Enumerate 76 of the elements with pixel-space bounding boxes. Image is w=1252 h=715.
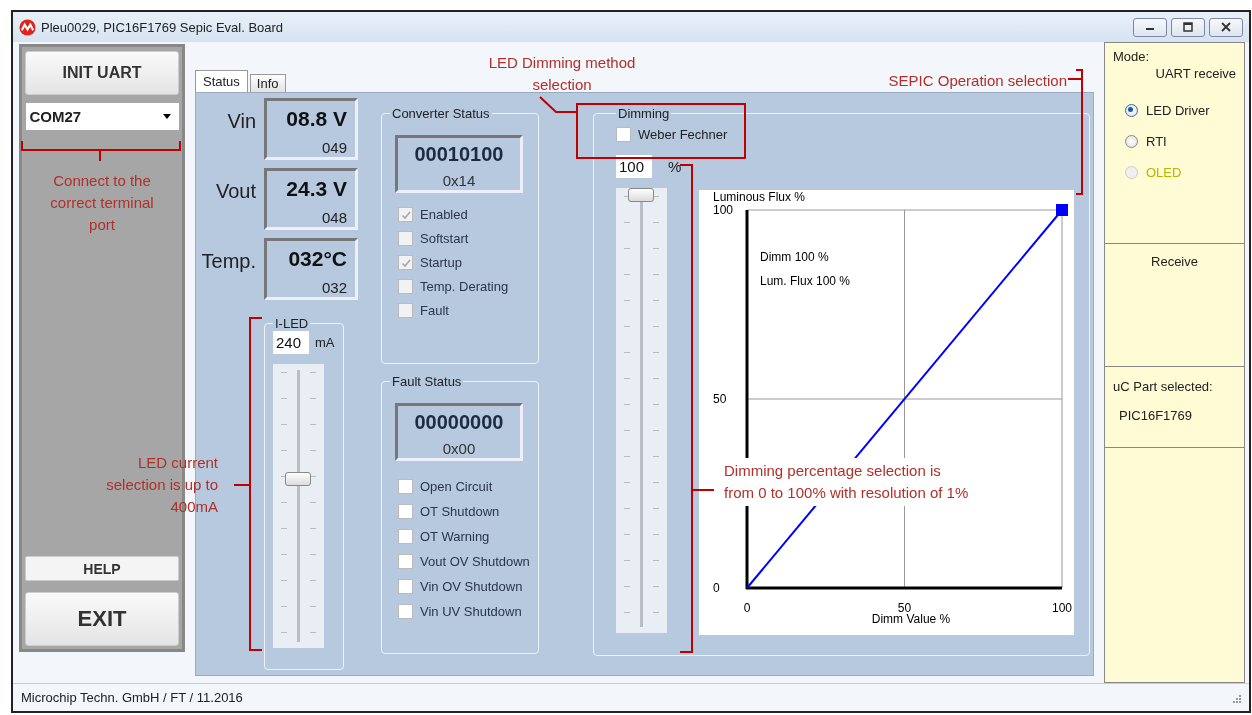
checkbox[interactable]: Vout OV Shutdown [398, 554, 530, 569]
part-label: uC Part selected: [1113, 379, 1214, 394]
checkbox[interactable]: Vin UV Shutdown [398, 604, 522, 619]
tick-label: 100 [1052, 601, 1072, 615]
axis-title: Dimm Value % [871, 612, 951, 626]
tick-label: 0 [713, 581, 720, 595]
readout-label: Vin [226, 110, 256, 133]
checkbox[interactable]: Softstart [398, 231, 469, 246]
hex-value: 0x14 [442, 172, 476, 189]
group-title: I-LED [274, 316, 310, 331]
binary-value: 00010100 [414, 143, 504, 166]
checkbox[interactable]: Open Circuit [398, 479, 493, 494]
tick-label: 50 [713, 392, 727, 406]
part-value: PIC16F1769 [1118, 408, 1193, 423]
window-title: Pleu0029, PIC16F1769 Sepic Eval. Board [41, 19, 284, 35]
readout-value: 24.3 V [286, 177, 347, 201]
readout-label: Vout [214, 180, 256, 203]
readout-value: 08.8 V [286, 107, 347, 131]
binary-value: 00000000 [414, 411, 504, 434]
tick-label: 0 [743, 601, 751, 615]
slider-thumb[interactable] [285, 472, 311, 486]
leader-line [539, 96, 578, 113]
readout-raw-value: 049 [321, 139, 347, 156]
exit-button[interactable]: EXIT [25, 592, 179, 646]
port-select[interactable]: COM27 [25, 103, 179, 130]
radio-button[interactable] [1125, 104, 1138, 117]
close-button[interactable] [1209, 17, 1243, 37]
unit-label: % [668, 158, 682, 175]
maximize-icon [1183, 22, 1193, 32]
group-title: Dimming [617, 106, 671, 121]
group-title: Fault Status [391, 374, 463, 389]
unit-label: mA [315, 335, 335, 350]
group-title: Converter Status [391, 106, 491, 121]
checkbox[interactable]: Vin OV Shutdown [398, 579, 523, 594]
status-text: Microchip Techn. GmbH / FT / 11.2016 [21, 690, 243, 705]
callout-text: Connect to the correct terminal port [49, 171, 155, 235]
mode-label: Mode: [1113, 49, 1151, 64]
readout-value: 032°C [288, 247, 347, 271]
checkbox[interactable]: OT Shutdown [398, 504, 500, 519]
help-button[interactable]: HELP [25, 556, 179, 581]
checkbox[interactable]: Temp. Derating [398, 279, 509, 294]
data-point [1056, 204, 1068, 216]
checkbox[interactable]: Startup [398, 255, 462, 270]
slider-thumb[interactable] [628, 188, 654, 202]
mode-status: UART receive [1155, 66, 1236, 81]
callout-text: LED Dimming method selection [487, 53, 637, 95]
radio-button[interactable] [1125, 135, 1138, 148]
checkbox[interactable]: OT Warning [398, 529, 490, 544]
close-icon [1221, 22, 1231, 32]
receive-label: Receive [1151, 254, 1198, 269]
radio-label[interactable]: RTI [1146, 134, 1167, 149]
caret-icon [162, 114, 171, 119]
dimming-input[interactable]: 100 [616, 155, 652, 178]
tick-label: 50 [897, 601, 912, 615]
maximize-button[interactable] [1171, 17, 1205, 37]
resize-grip-icon [1231, 692, 1241, 703]
readout-raw-value: 032 [321, 279, 347, 296]
minimize-button[interactable] [1133, 17, 1167, 37]
hex-value: 0x00 [442, 440, 476, 457]
tab[interactable]: Info [249, 74, 286, 92]
callout-text: SEPIC Operation selection [887, 71, 1067, 91]
tick-label: 100 [713, 203, 734, 217]
checkbox[interactable]: Weber Fechner [616, 127, 728, 142]
chart-note: Dimm 100 % [760, 250, 829, 264]
logo-icon [19, 18, 36, 36]
checkbox[interactable]: Fault [398, 303, 449, 318]
callout-text: LED current selection is up to 400mA [105, 453, 218, 517]
readout-label: Temp. [200, 250, 256, 273]
chart-note: Lum. Flux 100 % [760, 274, 851, 288]
init-uart-button[interactable]: INIT UART [25, 51, 179, 95]
tab[interactable]: Status [195, 70, 248, 92]
axis-title: Luminous Flux % [713, 190, 806, 204]
readout-raw-value: 048 [321, 209, 347, 226]
checkbox[interactable]: Enabled [398, 207, 468, 222]
current-input[interactable]: 240 [273, 331, 309, 354]
radio-label[interactable]: LED Driver [1146, 103, 1210, 118]
